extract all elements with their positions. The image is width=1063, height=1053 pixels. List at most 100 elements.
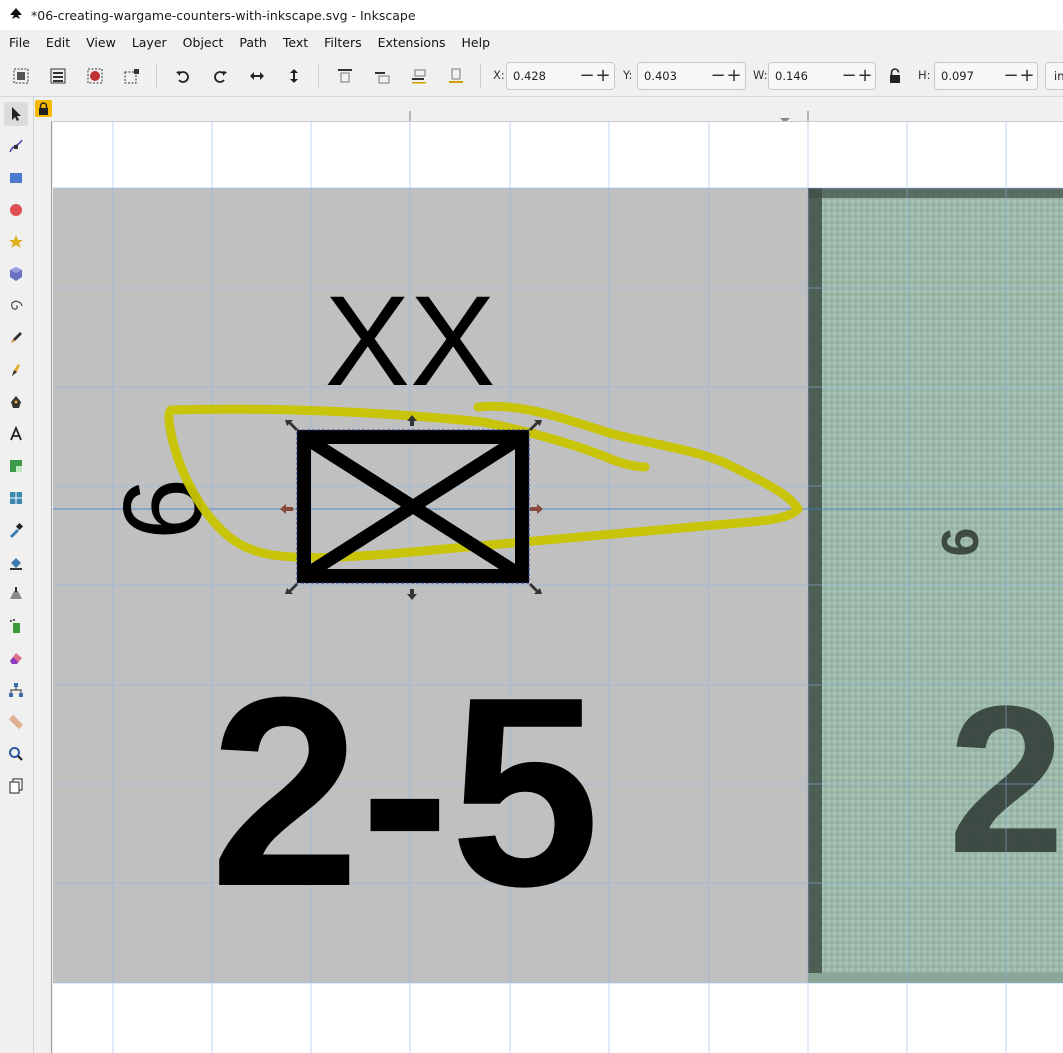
gradient-tool[interactable] — [4, 454, 28, 478]
select-all-layers-button[interactable] — [45, 63, 71, 89]
h-decrement-button[interactable]: − — [1003, 63, 1019, 89]
tool-controls-bar: X: − + Y: − + W: − + H: − + in — [0, 56, 1063, 97]
raise-to-top-icon — [338, 69, 352, 83]
spiral-tool[interactable] — [4, 294, 28, 318]
rectangle-tool[interactable] — [4, 166, 28, 190]
cube-icon — [10, 267, 22, 281]
y-label: Y: — [623, 68, 633, 82]
spray-tool[interactable] — [4, 614, 28, 638]
menu-help[interactable]: Help — [454, 30, 499, 56]
title-bar: *06-creating-wargame-counters-with-inksc… — [0, 0, 1063, 31]
connector-tool[interactable] — [4, 678, 28, 702]
star-icon — [9, 235, 23, 248]
h-input[interactable] — [935, 68, 1003, 84]
y-decrement-button[interactable]: − — [710, 63, 726, 89]
y-input[interactable] — [638, 68, 710, 84]
lock-guides-button[interactable] — [35, 100, 52, 117]
node-edit-icon — [9, 139, 23, 153]
lower-to-bottom-button[interactable] — [443, 63, 469, 89]
snap-strip — [34, 97, 53, 1053]
x-increment-button[interactable]: + — [595, 63, 611, 89]
y-spinbox: − + — [637, 62, 746, 90]
h-spinbox: − + — [934, 62, 1038, 90]
w-input[interactable] — [769, 68, 841, 84]
calligraphy-tool[interactable] — [4, 390, 28, 414]
deselect-button[interactable] — [119, 63, 145, 89]
w-label: W: — [753, 68, 768, 82]
lower-icon — [412, 69, 426, 84]
zoom-tool[interactable] — [4, 742, 28, 766]
x-decrement-button[interactable]: − — [579, 63, 595, 89]
ellipse-tool[interactable] — [4, 198, 28, 222]
text-a-icon — [10, 426, 22, 441]
tweak-tool[interactable] — [4, 582, 28, 606]
pages-tool[interactable] — [4, 774, 28, 798]
eraser-icon — [10, 653, 22, 664]
raise-to-top-button[interactable] — [332, 63, 358, 89]
menu-layer[interactable]: Layer — [124, 30, 175, 56]
x-input[interactable] — [507, 68, 579, 84]
lock-proportions-button[interactable] — [884, 63, 906, 89]
w-spinbox: − + — [768, 62, 876, 90]
3d-box-tool[interactable] — [4, 262, 28, 286]
unit-selector[interactable]: in — [1045, 62, 1063, 90]
flip-horizontal-icon — [250, 72, 264, 80]
w-increment-button[interactable]: + — [857, 63, 873, 89]
connector-icon — [9, 683, 23, 697]
measure-tool[interactable] — [4, 710, 28, 734]
toolbox — [0, 97, 34, 1053]
rotate-ccw-icon — [176, 71, 189, 83]
rotate-ccw-button[interactable] — [170, 63, 196, 89]
menu-path[interactable]: Path — [231, 30, 274, 56]
text-tool[interactable] — [4, 422, 28, 446]
select-all-button[interactable] — [8, 63, 34, 89]
pencil-tool[interactable] — [4, 326, 28, 350]
select-same-button[interactable] — [82, 63, 108, 89]
w-decrement-button[interactable]: − — [841, 63, 857, 89]
flip-vertical-button[interactable] — [281, 63, 307, 89]
menu-text[interactable]: Text — [275, 30, 316, 56]
lower-button[interactable] — [406, 63, 432, 89]
y-increment-button[interactable]: + — [726, 63, 742, 89]
drawing-canvas[interactable]: 6 2 XX 6 2-5 — [53, 122, 1063, 1053]
h-increment-button[interactable]: + — [1019, 63, 1035, 89]
window-title: *06-creating-wargame-counters-with-inksc… — [31, 7, 416, 23]
rotate-cw-button[interactable] — [207, 63, 233, 89]
rotate-cw-icon — [214, 71, 227, 83]
raise-button[interactable] — [369, 63, 395, 89]
horizontal-ruler — [53, 97, 1063, 122]
canvas-svg: 6 2 XX 6 2-5 — [53, 122, 1063, 1053]
lock-icon — [39, 102, 48, 115]
gradient-icon — [10, 460, 22, 472]
menu-filters[interactable]: Filters — [316, 30, 369, 56]
node-tool[interactable] — [4, 134, 28, 158]
mesh-tool[interactable] — [4, 486, 28, 510]
menu-extensions[interactable]: Extensions — [370, 30, 454, 56]
dropper-tool[interactable] — [4, 518, 28, 542]
selector-tool[interactable] — [4, 102, 28, 126]
star-tool[interactable] — [4, 230, 28, 254]
menu-file[interactable]: File — [0, 30, 38, 56]
menu-edit[interactable]: Edit — [38, 30, 78, 56]
paint-bucket-tool[interactable] — [4, 550, 28, 574]
x-label: X: — [493, 68, 505, 82]
deselect-icon — [124, 69, 139, 84]
lower-to-bottom-icon — [449, 68, 463, 83]
eyedropper-icon — [10, 522, 24, 538]
ruler-icon — [8, 714, 24, 730]
circle-icon — [10, 204, 22, 216]
pencil-icon — [11, 332, 22, 343]
lock-icon — [890, 68, 900, 83]
raise-icon — [375, 72, 390, 84]
unit-size-label[interactable]: XX — [325, 270, 496, 413]
arrow-pointer-icon — [12, 107, 21, 121]
menu-view[interactable]: View — [78, 30, 124, 56]
strength-label[interactable]: 2-5 — [210, 642, 600, 943]
menu-object[interactable]: Object — [175, 30, 232, 56]
eraser-tool[interactable] — [4, 646, 28, 670]
bezier-pen-tool[interactable] — [4, 358, 28, 382]
pages-icon — [9, 778, 23, 794]
spiral-icon — [10, 300, 23, 310]
flip-horizontal-button[interactable] — [244, 63, 270, 89]
magnifier-icon — [9, 747, 23, 761]
